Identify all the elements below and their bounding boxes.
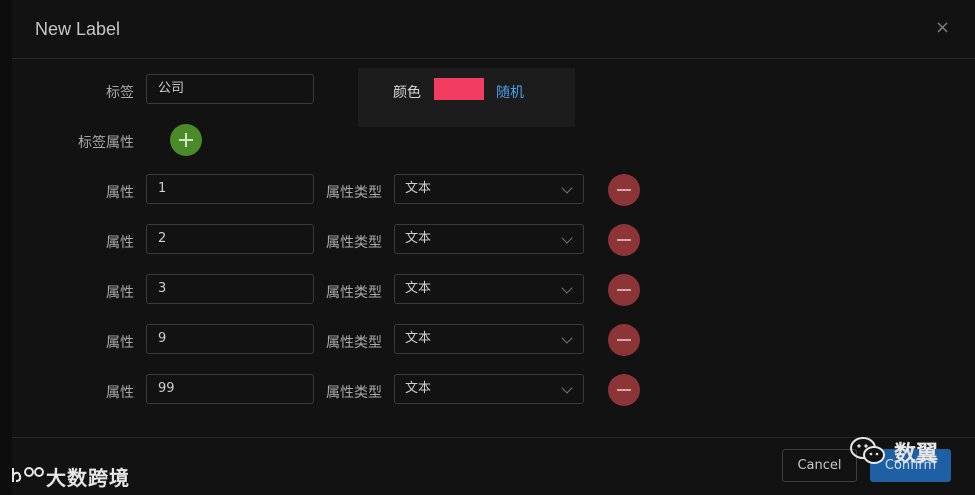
close-icon[interactable]: × bbox=[935, 18, 950, 38]
minus-icon bbox=[617, 239, 631, 241]
watermark-logo-icon bbox=[12, 467, 44, 482]
color-panel: 颜色 随机 bbox=[358, 68, 575, 127]
footer-divider bbox=[12, 437, 975, 438]
chevron-down-icon bbox=[561, 232, 573, 244]
attribute-type-select[interactable]: 文本 bbox=[394, 324, 584, 354]
chevron-down-icon bbox=[561, 282, 573, 294]
remove-attribute-button[interactable] bbox=[608, 374, 640, 406]
attribute-type-select[interactable]: 文本 bbox=[394, 274, 584, 304]
attribute-type-value: 文本 bbox=[405, 381, 432, 396]
attribute-type-caption: 属性类型 bbox=[326, 385, 382, 401]
attribute-type-caption: 属性类型 bbox=[326, 185, 382, 201]
remove-attribute-button[interactable] bbox=[608, 174, 640, 206]
attribute-type-select[interactable]: 文本 bbox=[394, 174, 584, 204]
attributes-caption: 标签属性 bbox=[78, 135, 134, 151]
attribute-type-caption: 属性类型 bbox=[326, 285, 382, 301]
attribute-caption: 属性 bbox=[106, 335, 134, 351]
cancel-button[interactable]: Cancel bbox=[782, 449, 857, 482]
chevron-down-icon bbox=[561, 332, 573, 344]
dialog-header: New Label × bbox=[12, 0, 975, 59]
chat-bubbles-icon bbox=[850, 437, 885, 464]
attribute-type-caption: 属性类型 bbox=[326, 335, 382, 351]
watermark-right: 数翼 bbox=[848, 434, 938, 470]
minus-icon bbox=[617, 389, 631, 391]
attribute-caption: 属性 bbox=[106, 285, 134, 301]
attribute-type-select[interactable]: 文本 bbox=[394, 224, 584, 254]
remove-attribute-button[interactable] bbox=[608, 324, 640, 356]
attribute-input[interactable]: 3 bbox=[146, 274, 314, 304]
attribute-type-value: 文本 bbox=[405, 231, 432, 246]
attribute-input[interactable]: 1 bbox=[146, 174, 314, 204]
minus-icon bbox=[617, 189, 631, 191]
page-backdrop bbox=[0, 0, 12, 495]
label-name-input[interactable]: 公司 bbox=[146, 74, 314, 104]
attribute-type-select[interactable]: 文本 bbox=[394, 374, 584, 404]
attribute-caption: 属性 bbox=[106, 235, 134, 251]
color-caption: 颜色 bbox=[393, 85, 421, 101]
attribute-caption: 属性 bbox=[106, 385, 134, 401]
minus-icon bbox=[617, 289, 631, 291]
color-swatch[interactable] bbox=[434, 78, 484, 100]
label-name-caption: 标签 bbox=[106, 85, 134, 101]
add-attribute-button[interactable] bbox=[170, 124, 202, 156]
remove-attribute-button[interactable] bbox=[608, 224, 640, 256]
remove-attribute-button[interactable] bbox=[608, 274, 640, 306]
attribute-type-value: 文本 bbox=[405, 181, 432, 196]
attribute-type-value: 文本 bbox=[405, 331, 432, 346]
new-label-dialog: New Label × 标签 公司 颜色 随机 标签属性 属性 1 属性类型 文… bbox=[12, 0, 975, 495]
chevron-down-icon bbox=[561, 382, 573, 394]
attribute-type-value: 文本 bbox=[405, 281, 432, 296]
attribute-caption: 属性 bbox=[106, 185, 134, 201]
random-color-link[interactable]: 随机 bbox=[496, 82, 524, 102]
attribute-type-caption: 属性类型 bbox=[326, 235, 382, 251]
watermark-right-text: 数翼 bbox=[894, 442, 939, 467]
attribute-input[interactable]: 2 bbox=[146, 224, 314, 254]
chevron-down-icon bbox=[561, 182, 573, 194]
minus-icon bbox=[617, 339, 631, 341]
watermark-left-text: 大数跨境 bbox=[46, 466, 130, 490]
dialog-title: New Label bbox=[35, 19, 121, 39]
attribute-input[interactable]: 99 bbox=[146, 374, 314, 404]
attribute-input[interactable]: 9 bbox=[146, 324, 314, 354]
